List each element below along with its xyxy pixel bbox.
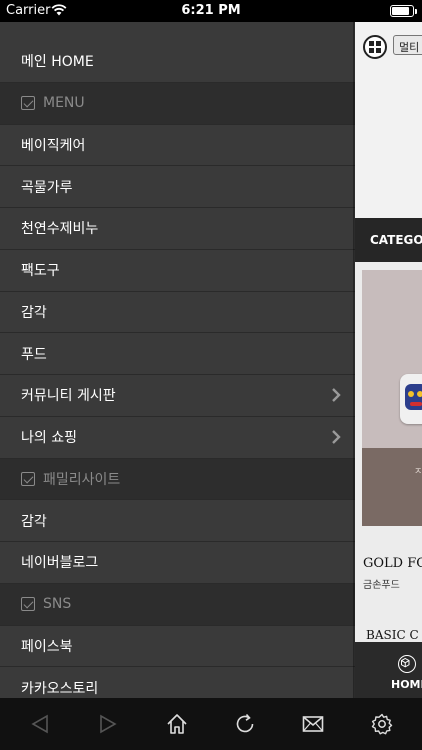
menu-item[interactable]: 천연수제비누	[0, 208, 355, 250]
settings-button[interactable]	[362, 704, 402, 744]
home-icon	[167, 714, 187, 734]
menu-item[interactable]: 감각	[0, 292, 355, 334]
home-tab-label: HOME	[391, 678, 422, 691]
card-banner-text: ㅈ	[414, 467, 422, 477]
grid-menu-button[interactable]	[363, 35, 387, 59]
menu-item-label: 네이버블로그	[21, 555, 99, 572]
clock: 6:21 PM	[181, 3, 241, 18]
app-icon	[400, 374, 422, 424]
menu-item-label: 페이스북	[21, 638, 73, 655]
home-tab-icon	[398, 655, 416, 673]
status-bar: Carrier 6:21 PM	[0, 0, 422, 22]
home-button[interactable]	[157, 704, 197, 744]
menu-item-label: 패밀리사이트	[43, 471, 121, 488]
menu-item[interactable]: 팩도구	[0, 250, 355, 292]
back-button[interactable]	[20, 704, 60, 744]
card-banner: ㅈ	[362, 448, 422, 526]
battery-icon	[390, 5, 417, 17]
menu-item-label: SNS	[43, 596, 72, 613]
menu-section-header: MENU	[0, 82, 355, 125]
menu-item-label: 푸드	[21, 346, 47, 363]
menu-item-label: 메인 HOME	[21, 54, 94, 71]
menu-item-label: 커뮤니티 게시판	[21, 388, 116, 405]
menu-item[interactable]: 곡물가루	[0, 166, 355, 208]
menu-item[interactable]: 메인 HOME	[0, 41, 355, 83]
product-title-2[interactable]: BASIC C	[366, 628, 419, 642]
menu-item[interactable]: 커뮤니티 게시판	[0, 375, 355, 417]
menu-item[interactable]: 감각	[0, 500, 355, 542]
main-content[interactable]: 멀티 CATEGO ㅈ GOLD FO 금손푸드 BASIC C HOME	[355, 22, 422, 698]
menu-list: 메인 HOME MENU 베이직케어 곡물가루 천연수제비누 팩도구 감각 푸드 커뮤니티 게시…	[0, 41, 355, 698]
side-menu: 메인 HOME MENU 베이직케어 곡물가루 천연수제비누 팩도구 감각 푸드 커뮤니티 게시…	[0, 22, 355, 698]
chevron-right-icon	[332, 388, 341, 403]
menu-section-header: SNS	[0, 583, 355, 626]
menu-item-label: 카카오스토리	[21, 680, 99, 697]
product-title[interactable]: GOLD FO	[363, 556, 422, 571]
menu-item-label: 나의 쇼핑	[21, 430, 77, 447]
menu-item-label: 팩도구	[21, 263, 60, 280]
mail-icon	[303, 716, 324, 732]
main-header: 멀티	[355, 22, 422, 218]
menu-item[interactable]: 베이직케어	[0, 125, 355, 167]
mail-button[interactable]	[293, 704, 333, 744]
menu-item[interactable]: 나의 쇼핑	[0, 417, 355, 459]
menu-item[interactable]: 네이버블로그	[0, 542, 355, 584]
menu-item-label: 감각	[21, 513, 47, 530]
menu-item-label: MENU	[43, 95, 85, 112]
refresh-button[interactable]	[225, 704, 265, 744]
product-card[interactable]: ㅈ	[362, 270, 422, 526]
menu-item-label: 곡물가루	[21, 179, 73, 196]
checkbox-icon	[21, 96, 35, 111]
checkbox-icon	[21, 597, 35, 612]
back-icon	[31, 714, 48, 734]
menu-item[interactable]: 페이스북	[0, 626, 355, 668]
menu-item-label: 감각	[21, 304, 47, 321]
menu-item[interactable]: 카카오스토리	[0, 667, 355, 698]
bottom-toolbar	[0, 698, 422, 750]
forward-icon	[100, 714, 118, 734]
checkbox-icon	[21, 471, 35, 486]
tab-home[interactable]: HOME	[355, 642, 422, 698]
multi-button[interactable]: 멀티	[393, 35, 422, 55]
menu-section-header: 패밀리사이트	[0, 458, 355, 501]
menu-item-label: 베이직케어	[21, 137, 86, 154]
refresh-icon	[236, 713, 254, 733]
forward-button[interactable]	[88, 704, 128, 744]
settings-icon	[371, 713, 392, 735]
category-bar[interactable]: CATEGO	[355, 218, 422, 262]
product-subtitle: 금손푸드	[363, 580, 400, 591]
menu-item-label: 천연수제비누	[21, 221, 99, 238]
chevron-right-icon	[332, 430, 341, 444]
menu-item[interactable]: 푸드	[0, 333, 355, 375]
